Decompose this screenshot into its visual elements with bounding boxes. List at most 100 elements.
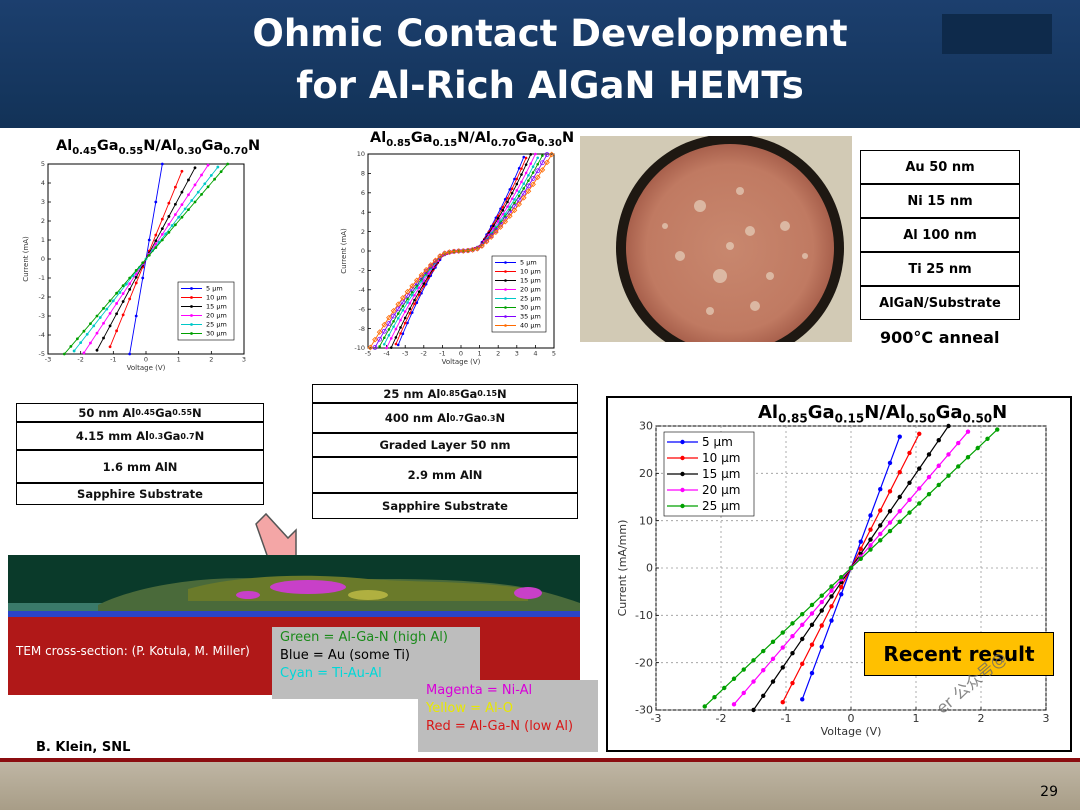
series-marker bbox=[174, 202, 177, 206]
series-marker bbox=[102, 321, 105, 325]
series-marker bbox=[878, 523, 883, 528]
series-marker bbox=[128, 276, 132, 280]
recent-result-badge: Recent result bbox=[864, 632, 1054, 676]
series-marker bbox=[897, 519, 902, 525]
x-tick-label: 0 bbox=[144, 356, 148, 364]
series-marker bbox=[200, 193, 203, 196]
series-marker bbox=[177, 215, 181, 219]
legend-marker bbox=[190, 314, 193, 317]
series-marker bbox=[174, 223, 177, 227]
series-marker bbox=[147, 253, 151, 257]
series-marker bbox=[413, 302, 416, 306]
series-marker bbox=[751, 658, 756, 663]
series-marker bbox=[946, 423, 951, 429]
series-marker bbox=[89, 322, 92, 325]
series-marker bbox=[517, 194, 521, 198]
series-marker bbox=[780, 699, 785, 705]
legend-label: 25 μm bbox=[702, 499, 740, 513]
chart1-title: Al0.45Ga0.55N/Al0.30Ga0.70N bbox=[56, 138, 261, 157]
series-marker bbox=[829, 588, 834, 593]
series-marker bbox=[121, 284, 125, 287]
x-tick-label: -1 bbox=[439, 350, 445, 358]
series-marker bbox=[180, 203, 184, 207]
legend-label: 5 μm bbox=[520, 259, 537, 267]
series-marker bbox=[917, 466, 922, 471]
y-tick-label: 10 bbox=[357, 150, 365, 158]
series-marker bbox=[965, 455, 971, 460]
series-marker bbox=[741, 667, 746, 672]
series-marker bbox=[382, 336, 386, 340]
legend-label: 20 μm bbox=[702, 483, 740, 497]
y-tick-label: -3 bbox=[39, 312, 45, 320]
x-tick-label: 4 bbox=[533, 350, 537, 358]
series-marker bbox=[529, 153, 533, 156]
series-marker bbox=[985, 436, 990, 441]
y-tick-label: 30 bbox=[639, 420, 653, 433]
series-marker bbox=[85, 332, 89, 336]
series-marker bbox=[95, 314, 99, 318]
series-marker bbox=[790, 651, 795, 656]
series-marker bbox=[513, 201, 516, 205]
series-marker bbox=[946, 473, 951, 478]
legend-marker bbox=[504, 261, 507, 264]
series-marker bbox=[887, 460, 893, 466]
series-marker bbox=[868, 537, 873, 542]
y-tick-label: -8 bbox=[359, 325, 365, 333]
series-marker bbox=[731, 702, 737, 707]
y-axis-label: Current (mA) bbox=[22, 236, 30, 282]
series-marker bbox=[417, 286, 421, 290]
x-tick-label: -1 bbox=[110, 356, 116, 364]
series-marker bbox=[406, 297, 409, 301]
legend-marker bbox=[504, 306, 507, 309]
y-tick-label: 6 bbox=[361, 189, 365, 197]
series-marker bbox=[387, 328, 391, 331]
x-tick-label: -3 bbox=[45, 356, 51, 364]
series-marker bbox=[515, 189, 519, 192]
contact-micrograph bbox=[580, 134, 852, 362]
series-marker bbox=[115, 312, 118, 316]
series-marker bbox=[897, 434, 902, 439]
metal-layer-al: Al 100 nm bbox=[860, 218, 1020, 252]
series-marker bbox=[524, 156, 528, 160]
series-marker bbox=[422, 282, 426, 285]
series-marker bbox=[382, 342, 386, 346]
series-marker bbox=[378, 345, 381, 348]
legend-marker bbox=[504, 270, 507, 273]
legend-marker bbox=[190, 287, 193, 290]
series-marker bbox=[722, 685, 727, 691]
legend-label: 20 μm bbox=[520, 286, 541, 294]
x-tick-label: -5 bbox=[365, 350, 371, 358]
series-marker bbox=[115, 302, 118, 305]
x-tick-label: 3 bbox=[515, 350, 519, 358]
series-marker bbox=[141, 261, 145, 265]
series-marker bbox=[187, 208, 190, 211]
series-marker bbox=[926, 474, 932, 480]
legend-green: Green = Al-Ga-N (high Al) bbox=[280, 630, 448, 645]
y-tick-label: 4 bbox=[361, 208, 365, 216]
series-marker bbox=[878, 486, 883, 492]
series-marker bbox=[392, 320, 395, 323]
series-marker bbox=[956, 440, 961, 446]
legend-label: 10 μm bbox=[206, 294, 227, 302]
series-marker bbox=[501, 209, 505, 212]
series-marker bbox=[394, 336, 398, 339]
series-marker bbox=[800, 636, 805, 642]
y-tick-label: -2 bbox=[39, 293, 45, 301]
series-marker bbox=[741, 690, 746, 696]
y-tick-label: -10 bbox=[635, 609, 653, 622]
series-marker bbox=[858, 539, 863, 544]
stack1-layer-4: Sapphire Substrate bbox=[16, 483, 264, 505]
series-marker bbox=[751, 679, 756, 684]
series-marker bbox=[800, 622, 805, 627]
series-marker bbox=[92, 324, 96, 328]
series-marker bbox=[183, 207, 187, 211]
series-marker bbox=[128, 282, 132, 286]
series-marker bbox=[520, 173, 523, 176]
series-marker bbox=[401, 304, 405, 308]
legend-label: 10 μm bbox=[702, 451, 740, 465]
legend-label: 20 μm bbox=[206, 312, 227, 320]
legend-label: 25 μm bbox=[206, 321, 227, 329]
x-tick-label: 2 bbox=[209, 356, 213, 364]
series-marker bbox=[62, 352, 66, 356]
y-tick-label: -6 bbox=[359, 305, 365, 313]
